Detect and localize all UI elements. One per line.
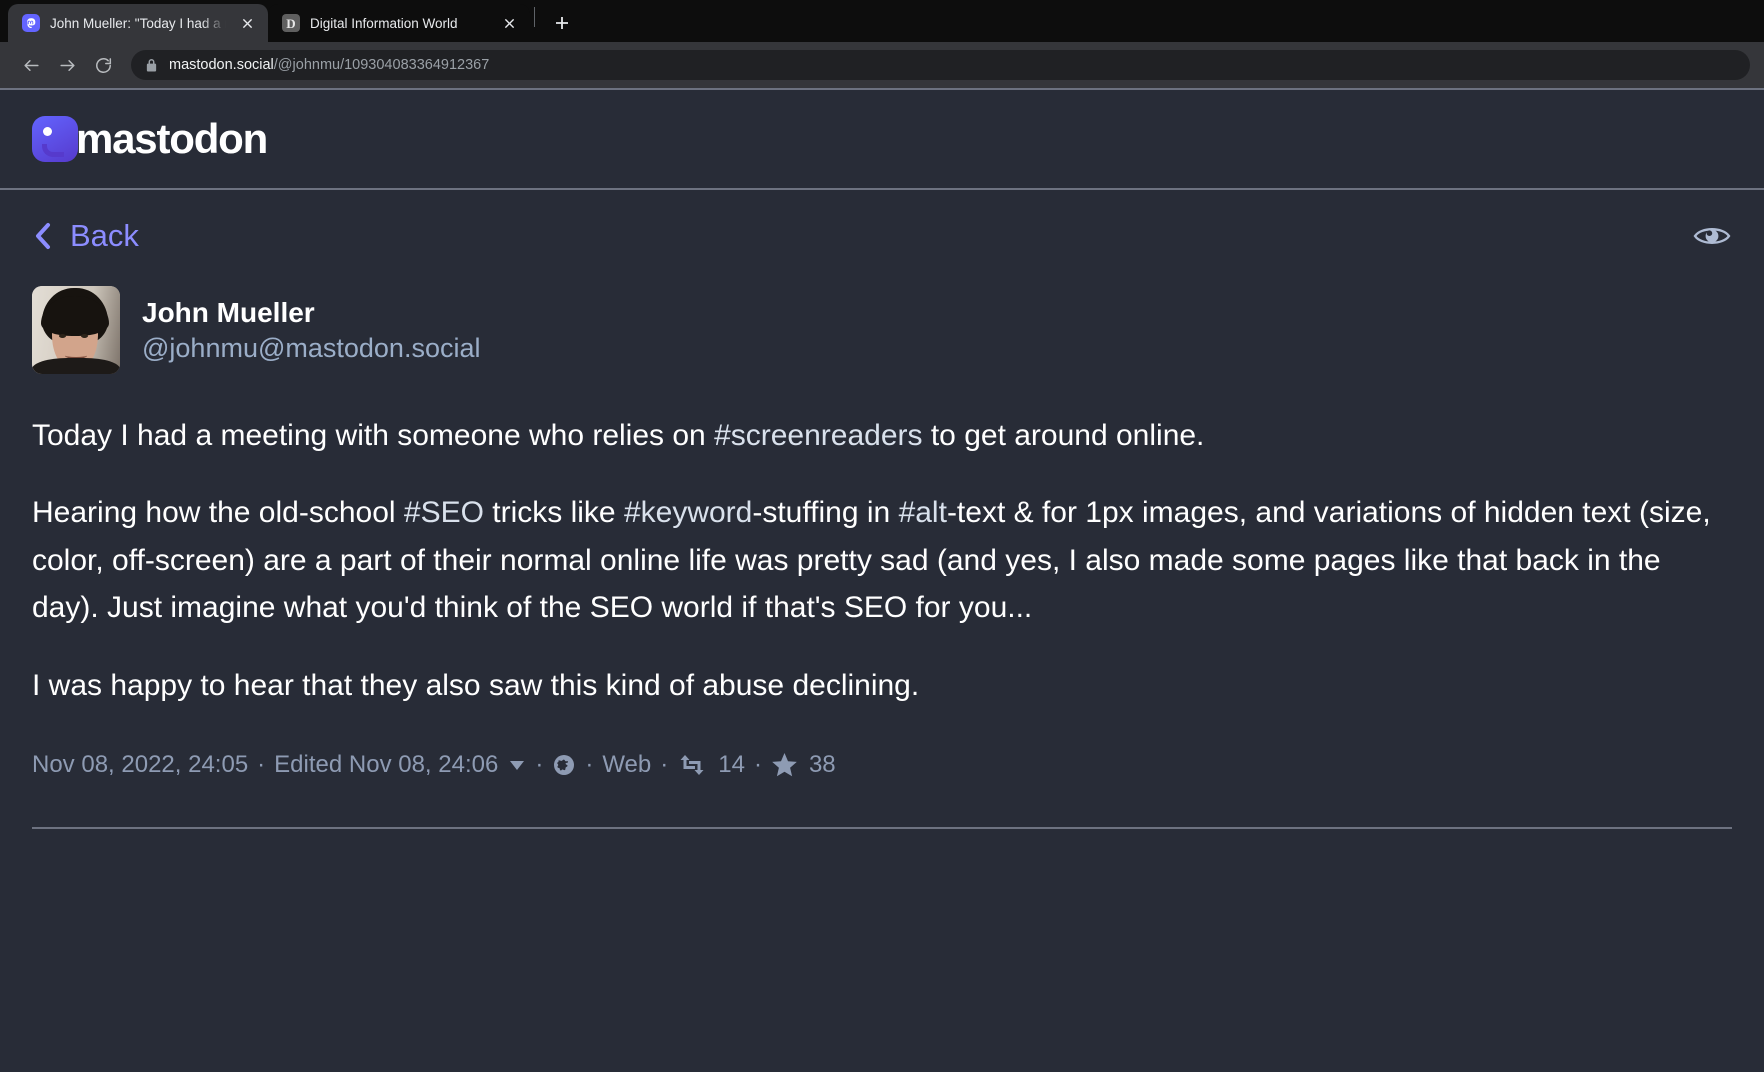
tab-title: Digital Information World bbox=[310, 15, 458, 31]
post-text: tricks like bbox=[483, 496, 624, 530]
url-text: mastodon.social/@johnmu/1093040833649123… bbox=[169, 57, 489, 73]
mastodon-elephant-icon bbox=[32, 116, 78, 162]
post-content: Today I had a meeting with someone who r… bbox=[32, 412, 1732, 709]
author-names: John Mueller @johnmu@mastodon.social bbox=[142, 297, 480, 364]
mastodon-favicon-icon bbox=[22, 14, 40, 32]
post-paragraph: Hearing how the old-school #SEO tricks l… bbox=[32, 489, 1732, 631]
mastodon-logo[interactable]: mastodon bbox=[32, 115, 268, 163]
post-text: Hearing how the old-school bbox=[32, 496, 404, 530]
favourite-count: 38 bbox=[808, 750, 836, 778]
logo-wordmark: mastodon bbox=[76, 115, 268, 162]
url-bar[interactable]: mastodon.social/@johnmu/1093040833649123… bbox=[131, 50, 1750, 80]
back-bar: Back bbox=[32, 190, 1732, 282]
chevron-left-icon bbox=[32, 221, 54, 251]
avatar[interactable] bbox=[32, 286, 120, 374]
tab-close-icon[interactable] bbox=[236, 12, 258, 34]
post-text: to get around online. bbox=[922, 419, 1205, 452]
forward-arrow-icon[interactable] bbox=[50, 48, 84, 82]
meta-separator: · bbox=[660, 750, 669, 778]
site-header: mastodon bbox=[0, 90, 1764, 188]
boost-count: 14 bbox=[718, 750, 745, 778]
hashtag-link[interactable]: #keyword bbox=[624, 496, 752, 529]
lock-icon bbox=[145, 58, 158, 73]
meta-separator: · bbox=[535, 750, 544, 778]
browser-tab-diw[interactable]: D Digital Information World bbox=[268, 4, 530, 42]
post-edited-label[interactable]: Edited Nov 08, 24:06 bbox=[274, 751, 498, 779]
url-path: /@johnmu/109304083364912367 bbox=[273, 57, 490, 73]
eye-icon[interactable] bbox=[1692, 221, 1732, 251]
post-author[interactable]: John Mueller @johnmu@mastodon.social bbox=[32, 286, 1732, 374]
page-content: Back John Mueller @johnmu@mastodon.socia… bbox=[0, 190, 1764, 829]
meta-separator: · bbox=[257, 750, 266, 778]
hashtag-link[interactable]: #alt bbox=[899, 496, 947, 529]
letter-d-favicon-icon: D bbox=[282, 14, 300, 32]
browser-toolbar: mastodon.social/@johnmu/1093040833649123… bbox=[0, 42, 1764, 88]
post-text: -stuffing in bbox=[752, 496, 899, 530]
url-host: mastodon.social bbox=[169, 57, 274, 73]
tab-separator bbox=[534, 7, 535, 27]
tab-close-icon[interactable] bbox=[498, 12, 520, 34]
author-handle: @johnmu@mastodon.social bbox=[142, 332, 481, 363]
post-metadata: Nov 08, 2022, 24:05 · Edited Nov 08, 24:… bbox=[32, 751, 1732, 779]
browser-tab-mastodon[interactable]: John Mueller: "Today I had a mee bbox=[8, 4, 268, 42]
globe-icon bbox=[552, 753, 576, 777]
browser-chrome: John Mueller: "Today I had a mee D Digit… bbox=[0, 0, 1764, 90]
post-paragraph: I was happy to hear that they also saw t… bbox=[32, 662, 1732, 709]
boost-icon[interactable] bbox=[677, 752, 707, 778]
hashtag-link[interactable]: #SEO bbox=[404, 496, 484, 529]
meta-separator: · bbox=[753, 750, 762, 778]
post-source: Web bbox=[602, 750, 652, 778]
chevron-down-icon[interactable] bbox=[508, 756, 526, 774]
new-tab-button[interactable] bbox=[545, 6, 579, 40]
reload-icon[interactable] bbox=[86, 48, 120, 82]
back-arrow-icon[interactable] bbox=[14, 48, 48, 82]
post-text: I was happy to hear that they also saw t… bbox=[32, 668, 920, 702]
star-icon[interactable] bbox=[771, 752, 798, 778]
hashtag-link[interactable]: #screenreaders bbox=[714, 419, 922, 452]
post-timestamp[interactable]: Nov 08, 2022, 24:05 bbox=[32, 751, 248, 779]
author-display-name: John Mueller bbox=[142, 296, 315, 328]
post-text: Today I had a meeting with someone who r… bbox=[32, 419, 715, 452]
post-paragraph: Today I had a meeting with someone who r… bbox=[32, 412, 1732, 459]
back-label: Back bbox=[70, 218, 139, 253]
tab-strip: John Mueller: "Today I had a mee D Digit… bbox=[0, 0, 1764, 42]
meta-separator: · bbox=[585, 750, 594, 778]
post-bottom-divider bbox=[32, 826, 1732, 829]
tab-title: John Mueller: "Today I had a mee bbox=[50, 15, 226, 31]
back-button[interactable]: Back bbox=[32, 218, 139, 254]
